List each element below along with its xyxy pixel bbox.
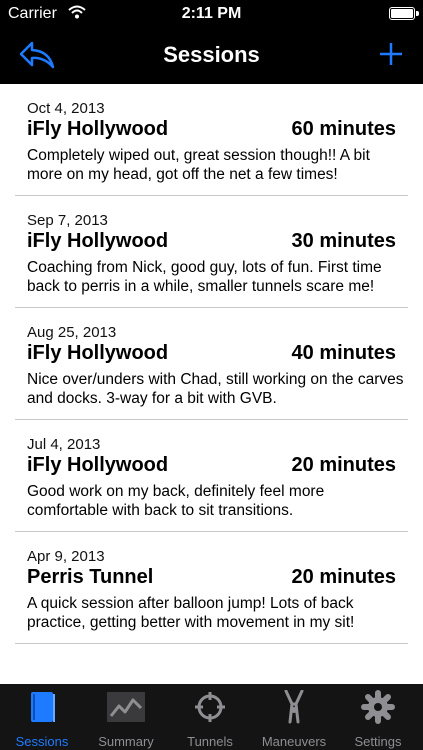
session-note: A quick session after balloon jump! Lots…: [27, 595, 355, 631]
add-session-button[interactable]: [379, 40, 403, 68]
navigation-bar: Sessions: [0, 28, 423, 84]
session-row[interactable]: Apr 9, 2013 Perris Tunnel 20 minutes A q…: [0, 532, 423, 644]
page-title: Sessions: [163, 42, 260, 67]
gear-icon: [361, 690, 395, 724]
session-duration: 60 minutes: [291, 118, 396, 140]
session-duration: 40 minutes: [291, 342, 396, 364]
tab-label: Sessions: [15, 734, 69, 749]
tab-sessions[interactable]: Sessions: [0, 684, 84, 750]
tab-tunnels[interactable]: Tunnels: [168, 684, 252, 750]
session-row[interactable]: Aug 25, 2013 iFly Hollywood 40 minutes N…: [0, 308, 423, 420]
clock: 2:11 PM: [181, 5, 242, 22]
session-location: Perris Tunnel: [27, 566, 154, 588]
status-bar: Carrier 2:11 PM: [0, 0, 423, 28]
chart-icon: [107, 692, 145, 722]
session-duration: 20 minutes: [291, 454, 396, 476]
session-date: Oct 4, 2013: [27, 100, 105, 117]
session-row[interactable]: Oct 4, 2013 iFly Hollywood 60 minutes Co…: [0, 84, 423, 196]
session-row[interactable]: Jul 4, 2013 iFly Hollywood 20 minutes Go…: [0, 420, 423, 532]
session-location: iFly Hollywood: [27, 118, 169, 140]
tab-label: Maneuvers: [261, 734, 327, 749]
row-divider: [15, 643, 408, 644]
session-note: Coaching from Nick, good guy, lots of fu…: [27, 259, 382, 295]
tab-label: Settings: [354, 734, 402, 749]
book-icon: [31, 692, 55, 722]
session-note: Good work on my back, definitely feel mo…: [27, 483, 325, 519]
crosshair-icon: [195, 692, 225, 722]
session-note: Completely wiped out, great session thou…: [27, 147, 370, 183]
plus-icon: [380, 43, 402, 65]
session-duration: 20 minutes: [291, 566, 396, 588]
session-date: Aug 25, 2013: [27, 324, 117, 341]
session-date: Sep 7, 2013: [27, 212, 108, 229]
sessions-list: Oct 4, 2013 iFly Hollywood 60 minutes Co…: [0, 84, 423, 684]
tab-label: Tunnels: [187, 734, 233, 749]
tab-label: Summary: [98, 734, 154, 749]
tab-summary[interactable]: Summary: [84, 684, 168, 750]
battery-icon: [389, 7, 419, 20]
session-location: iFly Hollywood: [27, 342, 169, 364]
session-note: Nice over/unders with Chad, still workin…: [27, 371, 404, 407]
figure-icon: [284, 690, 304, 724]
session-date: Jul 4, 2013: [27, 436, 101, 453]
tab-bar: Sessions Summary Tunnels Maneuvers Setti…: [0, 684, 423, 750]
session-location: iFly Hollywood: [27, 230, 169, 252]
tab-settings[interactable]: Settings: [336, 684, 420, 750]
tab-maneuvers[interactable]: Maneuvers: [252, 684, 336, 750]
session-date: Apr 9, 2013: [27, 548, 105, 565]
session-row[interactable]: Sep 7, 2013 iFly Hollywood 30 minutes Co…: [0, 196, 423, 308]
session-location: iFly Hollywood: [27, 454, 169, 476]
session-duration: 30 minutes: [291, 230, 396, 252]
